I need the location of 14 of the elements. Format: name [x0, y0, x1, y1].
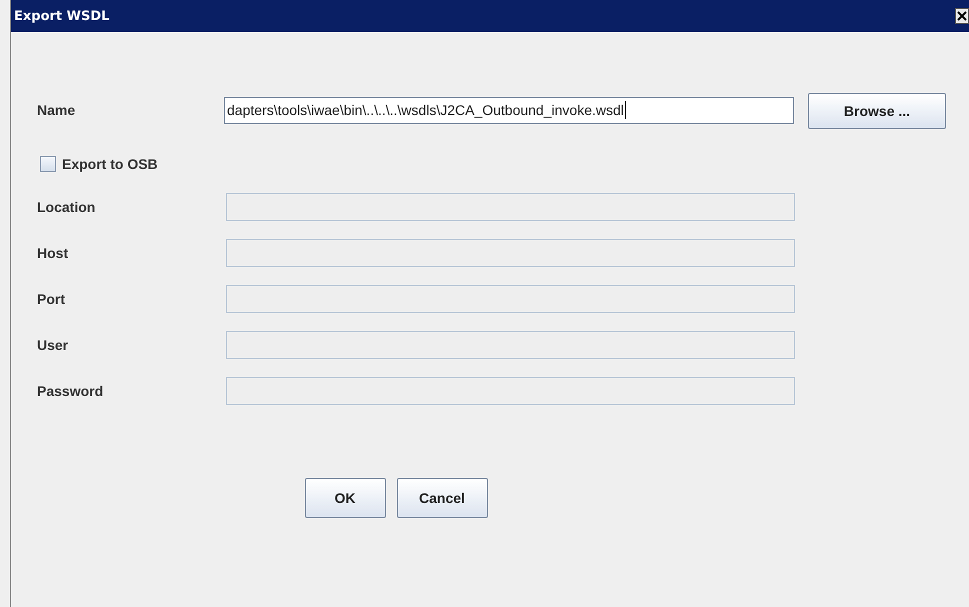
- window-title: Export WSDL: [14, 8, 110, 24]
- cancel-button[interactable]: Cancel: [396, 478, 488, 518]
- close-icon[interactable]: [955, 8, 969, 24]
- field-label: Password: [37, 383, 104, 399]
- field-label: Location: [37, 199, 96, 215]
- browse-button[interactable]: Browse ...: [808, 93, 946, 129]
- ok-button[interactable]: OK: [304, 478, 386, 518]
- field-label: Name: [37, 102, 76, 118]
- checkbox-label: Export to OSB: [62, 156, 158, 172]
- checkbox[interactable]: [40, 156, 56, 172]
- field-label: User: [37, 337, 70, 353]
- field-label: Host: [37, 245, 70, 261]
- input-field[interactable]: dapters\tools\iwae\bin\..\..\..\wsdls\J2CA_Outbound_invoke.wsdl: [224, 96, 794, 124]
- field-label: Port: [37, 291, 66, 307]
